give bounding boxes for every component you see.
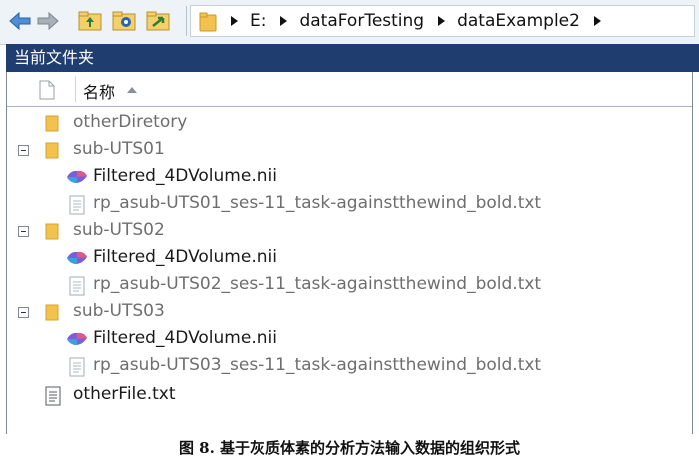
folder-icon [45, 222, 59, 244]
tree-row-file[interactable]: rp_asub-UTS03_ses-11_task-againstthewind… [7, 353, 692, 380]
panel-title: 当前文件夹 [6, 44, 699, 72]
folder-name: otherDiretory [73, 112, 188, 132]
file-name: otherFile.txt [73, 384, 176, 404]
nii-volume-icon [65, 168, 89, 190]
tree-row-file[interactable]: Filtered_4DVolume.nii [7, 245, 692, 272]
folder-icon [45, 141, 59, 163]
folder-icon [45, 303, 59, 325]
tree-row-folder[interactable]: sub-UTS03 [7, 299, 692, 326]
tree-row-file[interactable]: otherFile.txt [7, 382, 692, 409]
address-bar[interactable]: E: dataForTesting dataExample2 [190, 5, 695, 37]
file-name: rp_asub-UTS02_ses-11_task-againstthewind… [93, 274, 542, 294]
folder-name: sub-UTS02 [73, 220, 165, 240]
file-name: rp_asub-UTS03_ses-11_task-againstthewind… [93, 355, 542, 375]
chevron-right-icon[interactable] [280, 16, 288, 26]
collapse-toggle[interactable] [18, 145, 29, 156]
chevron-right-icon[interactable] [593, 16, 601, 26]
nii-volume-icon [65, 249, 89, 271]
tree-row-folder[interactable]: sub-UTS01 [7, 137, 692, 164]
tree-row-other-directory[interactable]: otherDiretory [7, 110, 692, 137]
current-folder-panel: 名称 otherDiretory sub-UTS01 Filtered_4DVo… [6, 72, 693, 434]
collapse-toggle[interactable] [18, 226, 29, 237]
name-column-header[interactable]: 名称 [83, 79, 115, 103]
collapse-toggle[interactable] [18, 307, 29, 318]
breadcrumb-drive[interactable]: E: [250, 11, 266, 31]
text-file-icon [45, 386, 61, 410]
figure-caption: 图 8. 基于灰质体素的分析方法输入数据的组织形式 [178, 439, 521, 457]
file-name: Filtered_4DVolume.nii [93, 328, 277, 348]
tree-row-file[interactable]: rp_asub-UTS01_ses-11_task-againstthewind… [7, 191, 692, 218]
refresh-folder-icon[interactable] [146, 9, 170, 33]
text-file-icon [69, 357, 85, 381]
document-icon [39, 80, 55, 104]
text-file-icon [69, 276, 85, 300]
browse-folder-icon[interactable] [112, 9, 136, 33]
breadcrumb-folder-1[interactable]: dataForTesting [299, 11, 424, 31]
file-name: rp_asub-UTS01_ses-11_task-againstthewind… [93, 193, 542, 213]
tree-row-folder[interactable]: sub-UTS02 [7, 218, 692, 245]
chevron-right-icon[interactable] [231, 16, 238, 26]
column-header: 名称 [7, 72, 692, 107]
toolbar: E: dataForTesting dataExample2 [0, 0, 699, 45]
sort-ascending-icon [127, 87, 137, 93]
folder-icon [199, 12, 217, 36]
forward-arrow-icon[interactable] [36, 9, 60, 33]
file-name: Filtered_4DVolume.nii [93, 166, 277, 186]
breadcrumb-folder-2[interactable]: dataExample2 [457, 11, 580, 31]
folder-up-icon[interactable] [78, 9, 102, 33]
toolbar-separator [186, 6, 187, 36]
folder-name: sub-UTS03 [73, 301, 165, 321]
chevron-right-icon[interactable] [438, 16, 446, 26]
text-file-icon [69, 195, 85, 219]
breadcrumb: E: dataForTesting dataExample2 [231, 6, 613, 36]
tree-row-file[interactable]: rp_asub-UTS02_ses-11_task-againstthewind… [7, 272, 692, 299]
nii-volume-icon [65, 330, 89, 352]
folder-icon [45, 114, 59, 136]
folder-name: sub-UTS01 [73, 139, 165, 159]
column-divider[interactable] [75, 76, 76, 102]
back-arrow-icon[interactable] [8, 9, 32, 33]
tree-row-file[interactable]: Filtered_4DVolume.nii [7, 326, 692, 353]
tree-row-file[interactable]: Filtered_4DVolume.nii [7, 164, 692, 191]
file-name: Filtered_4DVolume.nii [93, 247, 277, 267]
